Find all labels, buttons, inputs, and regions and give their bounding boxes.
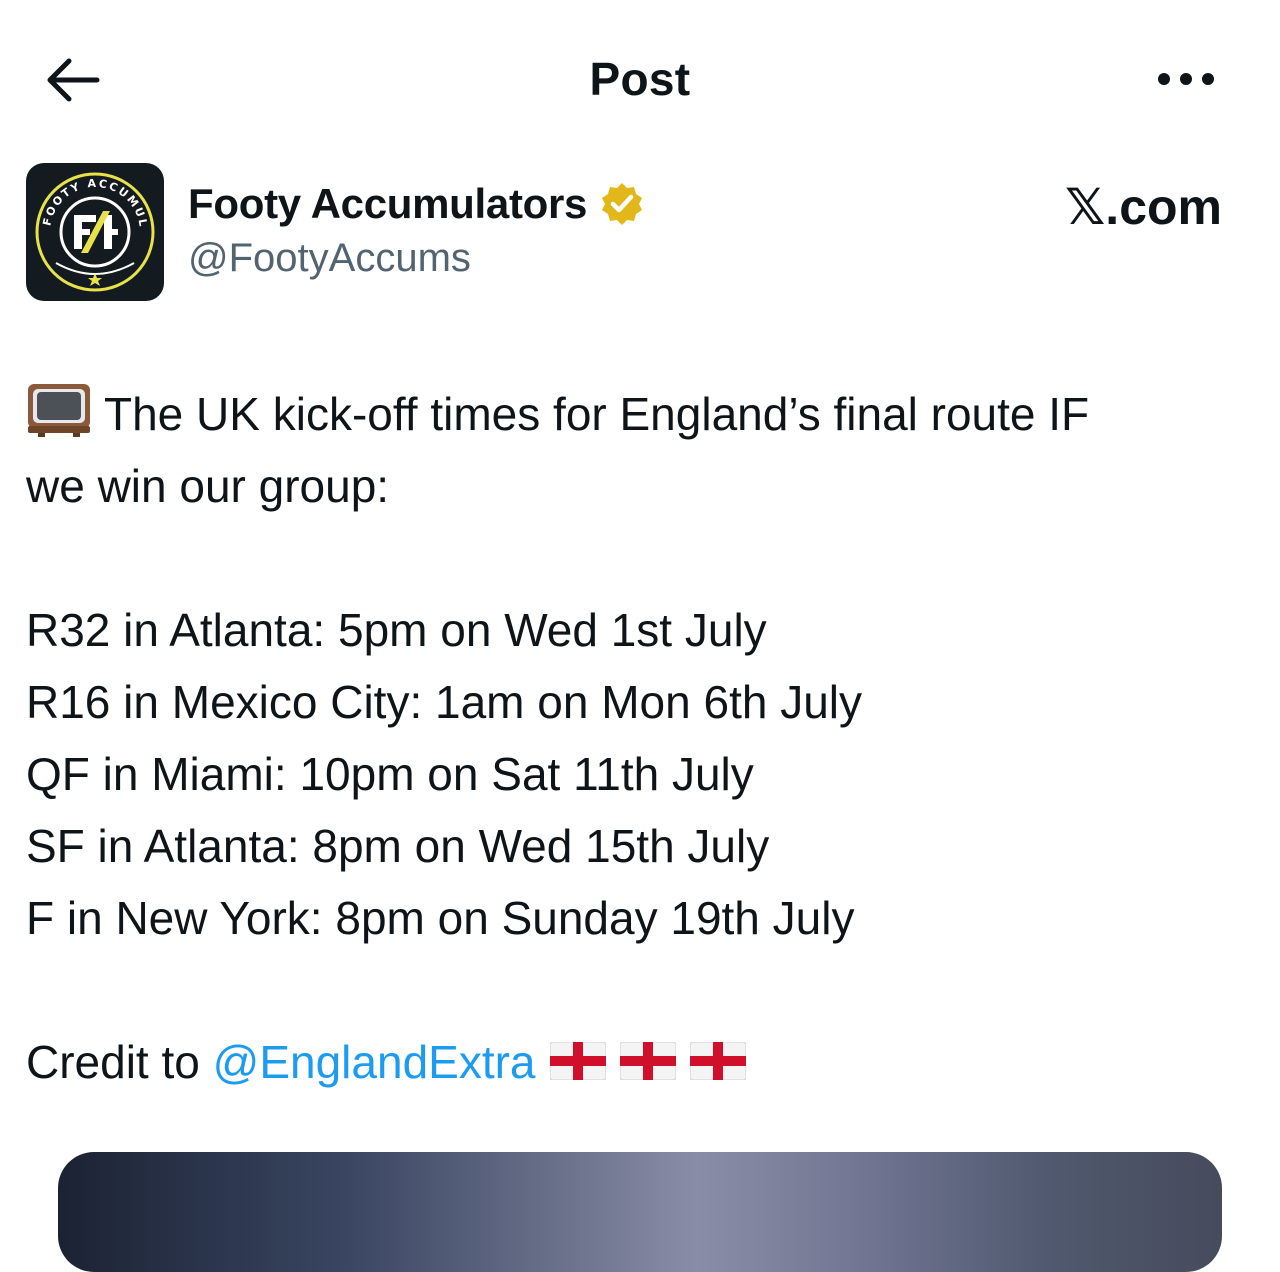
x-logo-icon: 𝕏	[1065, 179, 1106, 235]
fixture-line: QF in Miami: 10pm on Sat 11th July	[26, 748, 754, 800]
fixture-line: F in New York: 8pm on Sunday 19th July	[26, 892, 855, 944]
post-media-image[interactable]	[58, 1152, 1222, 1272]
source-domain: .com	[1105, 179, 1222, 235]
source-label: 𝕏 .com	[1065, 178, 1222, 236]
credit-prefix: Credit to	[26, 1036, 213, 1088]
author-name-row[interactable]: Footy Accumulators	[188, 178, 645, 230]
fixture-line: R16 in Mexico City: 1am on Mon 6th July	[26, 676, 863, 728]
television-icon	[28, 384, 90, 437]
fixture-line: R32 in Atlanta: 5pm on Wed 1st July	[26, 604, 767, 656]
post-text: The UK kick-off times for England’s fina…	[26, 378, 1256, 1098]
england-flag-icon	[549, 1042, 606, 1080]
footy-accumulators-logo-icon: FOOTY ACCUMULATORS	[26, 163, 155, 292]
post-intro-line: The UK kick-off times for England’s fina…	[26, 378, 1256, 450]
more-options-button[interactable]	[1150, 54, 1222, 104]
avatar[interactable]: FOOTY ACCUMULATORS	[26, 163, 164, 301]
england-flag-icon	[619, 1042, 676, 1080]
mention-link[interactable]: @EnglandExtra	[213, 1036, 536, 1088]
post-intro-text-2: we win our group:	[26, 460, 390, 512]
author-name[interactable]: Footy Accumulators	[188, 180, 587, 228]
fixture-line: SF in Atlanta: 8pm on Wed 15th July	[26, 820, 770, 872]
page-title: Post	[589, 53, 691, 105]
england-flag-icon	[689, 1042, 746, 1080]
verified-badge-icon	[599, 181, 645, 227]
top-bar: Post	[0, 0, 1280, 160]
credit-line: Credit to @EnglandExtra	[26, 1026, 1256, 1098]
post-intro-text-1: The UK kick-off times for England’s fina…	[104, 388, 1090, 440]
author-handle[interactable]: @FootyAccums	[188, 236, 471, 281]
more-dots-icon	[1158, 73, 1214, 85]
